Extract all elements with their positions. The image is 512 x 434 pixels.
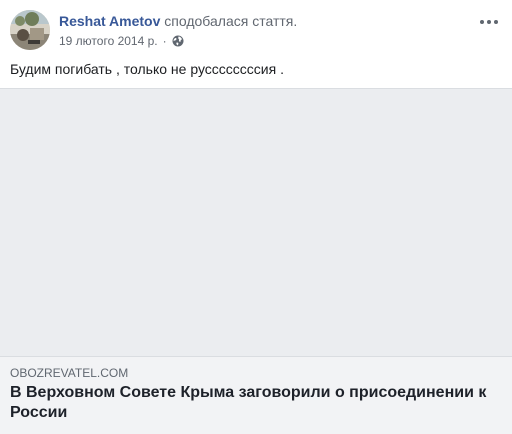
more-options-icon[interactable] [476,14,502,30]
dot-2 [487,20,491,24]
separator-dot: · [162,34,167,48]
post-action-text: сподобалася стаття. [164,13,298,29]
author-avatar[interactable] [10,10,50,50]
globe-icon[interactable] [172,35,184,47]
avatar-photo [10,10,50,50]
post-meta: Reshat Ametov сподобалася стаття. 19 лют… [59,12,462,49]
feed-post: Reshat Ametov сподобалася стаття. 19 лют… [0,0,512,434]
post-timestamp[interactable]: 19 лютого 2014 р. [59,33,158,49]
author-name-link[interactable]: Reshat Ametov [59,13,160,29]
post-text: Будим погибать , только не руссссссссия … [10,61,284,77]
link-preview-image[interactable] [0,88,512,356]
post-subtitle: 19 лютого 2014 р. · [59,33,462,49]
post-header: Reshat Ametov сподобалася стаття. 19 лют… [10,10,502,50]
dot-3 [494,20,498,24]
link-title[interactable]: В Верховном Совете Крыма заговорили о пр… [10,383,502,423]
dot-1 [480,20,484,24]
post-actor-line: Reshat Ametov сподобалася стаття. [59,12,462,30]
link-preview-caption[interactable]: OBOZREVATEL.COM В Верховном Совете Крыма… [0,356,512,434]
link-domain: OBOZREVATEL.COM [10,366,129,380]
